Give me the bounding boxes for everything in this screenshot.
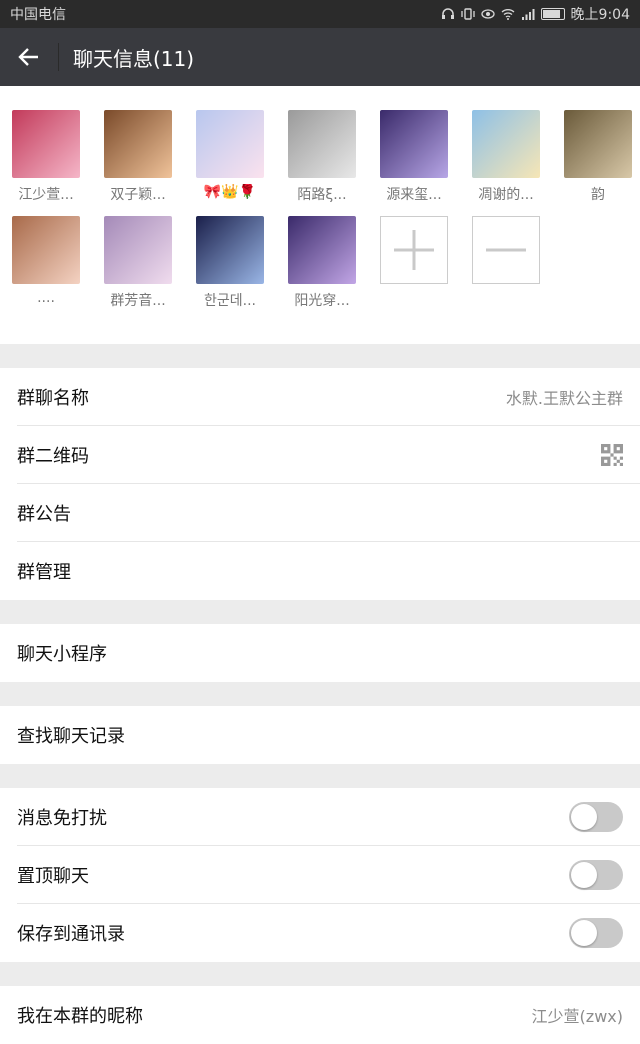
minus-icon <box>486 248 526 252</box>
mute-toggle[interactable] <box>569 801 623 832</box>
announcement-row[interactable]: 群公告 <box>17 484 640 542</box>
headset-icon <box>441 8 454 19</box>
wifi-icon <box>501 9 514 20</box>
plus-icon <box>394 230 434 270</box>
arrow-left-icon <box>18 48 38 66</box>
pin-toggle[interactable] <box>569 859 623 890</box>
member-item[interactable]: 江少萱... <box>12 110 80 204</box>
qr-code-icon <box>601 443 623 466</box>
pin-label: 置顶聊天 <box>17 865 89 887</box>
toggle-section: 消息免打扰 置顶聊天 保存到通讯录 <box>0 788 640 962</box>
member-avatar <box>380 110 448 178</box>
mute-label: 消息免打扰 <box>17 807 107 829</box>
section-gap <box>0 764 640 788</box>
member-item[interactable]: 双子颖... <box>104 110 172 204</box>
mini-program-label: 聊天小程序 <box>17 644 107 665</box>
section-gap <box>0 682 640 706</box>
member-avatar <box>104 110 172 178</box>
search-history-label: 查找聊天记录 <box>17 726 125 747</box>
title-divider <box>58 43 59 71</box>
member-name: .... <box>37 290 55 306</box>
group-name-value: 水默.王默公主群 <box>505 388 623 408</box>
add-member-button[interactable] <box>380 216 448 310</box>
group-manage-row[interactable]: 群管理 <box>17 542 640 600</box>
group-manage-label: 群管理 <box>17 562 71 583</box>
member-avatar <box>196 110 264 178</box>
search-history-row[interactable]: 查找聊天记录 <box>17 706 640 764</box>
member-grid: 江少萱... 双子颖... 🎀👑🌹 陌路ξ... 源来玺... 凋谢的... 韵.... 群芳… <box>12 110 640 310</box>
member-item[interactable]: 한군데... <box>196 216 264 310</box>
nickname-row[interactable]: 我在本群的昵称 江少萱(zwx) <box>17 986 640 1044</box>
member-item[interactable]: 群芳音... <box>104 216 172 310</box>
battery-icon <box>540 8 565 20</box>
member-name: 阳光穿... <box>294 293 350 309</box>
member-avatar <box>288 216 356 284</box>
member-item[interactable]: 凋谢的... <box>472 110 540 204</box>
back-button[interactable] <box>0 28 58 86</box>
member-item[interactable]: 阳光穿... <box>288 216 356 310</box>
member-name: 群芳音... <box>110 293 166 309</box>
member-name: 源来玺... <box>386 187 442 203</box>
signal-icon <box>521 9 535 20</box>
group-info-section: 群聊名称 水默.王默公主群 群二维码 群公告 群管理 <box>0 368 640 600</box>
member-item[interactable]: 陌路ξ... <box>288 110 356 204</box>
member-avatar <box>196 216 264 284</box>
group-name-label: 群聊名称 <box>17 387 89 409</box>
member-name: 陌路ξ... <box>297 187 347 203</box>
section-gap <box>0 600 640 624</box>
member-name: 韵 <box>591 187 605 203</box>
group-qr-label: 群二维码 <box>17 445 89 467</box>
mini-program-row[interactable]: 聊天小程序 <box>17 624 640 682</box>
nickname-label: 我在本群的昵称 <box>17 1006 143 1027</box>
member-avatar <box>564 110 632 178</box>
save-contacts-label: 保存到通讯录 <box>17 924 125 945</box>
title-bar: 聊天信息(11) <box>0 28 640 86</box>
member-name: 江少萱... <box>18 187 74 203</box>
vibrate-icon <box>460 8 475 20</box>
member-name: 🎀👑🌹 <box>203 184 257 200</box>
clock: 晚上9:04 <box>570 7 630 23</box>
member-name: 凋谢的... <box>478 187 534 203</box>
member-avatar <box>104 216 172 284</box>
history-section: 查找聊天记录 <box>0 706 640 764</box>
member-item[interactable]: 韵 <box>564 110 632 204</box>
member-panel: 江少萱... 双子颖... 🎀👑🌹 陌路ξ... 源来玺... 凋谢的... 韵.... 群芳… <box>0 86 640 344</box>
section-gap <box>0 344 640 368</box>
member-name: 한군데... <box>204 293 256 309</box>
carrier-label: 中国电信 <box>10 7 66 23</box>
pin-row: 置顶聊天 <box>17 846 640 904</box>
member-avatar <box>288 110 356 178</box>
group-qr-row[interactable]: 群二维码 <box>17 426 640 484</box>
save-contacts-row: 保存到通讯录 <box>17 904 640 962</box>
member-item[interactable]: 🎀👑🌹 <box>196 110 264 204</box>
member-name: 双子颖... <box>110 187 166 203</box>
member-item[interactable]: .... <box>12 216 80 310</box>
section-gap <box>0 962 640 986</box>
save-contacts-toggle[interactable] <box>569 918 623 948</box>
group-name-row[interactable]: 群聊名称 水默.王默公主群 <box>17 368 640 426</box>
announcement-label: 群公告 <box>17 503 71 525</box>
member-avatar <box>12 110 80 178</box>
eye-icon <box>480 9 495 19</box>
member-item[interactable]: 源来玺... <box>380 110 448 204</box>
page-title: 聊天信息(11) <box>73 46 195 71</box>
member-avatar <box>12 216 80 284</box>
member-avatar <box>472 110 540 178</box>
remove-member-button[interactable] <box>472 216 540 310</box>
nickname-value: 江少萱(zwx) <box>531 1007 623 1026</box>
nickname-section: 我在本群的昵称 江少萱(zwx) <box>0 986 640 1044</box>
mute-row: 消息免打扰 <box>17 788 640 846</box>
mini-program-section: 聊天小程序 <box>0 624 640 682</box>
status-bar: 中国电信 晚上9:04 <box>0 0 640 28</box>
